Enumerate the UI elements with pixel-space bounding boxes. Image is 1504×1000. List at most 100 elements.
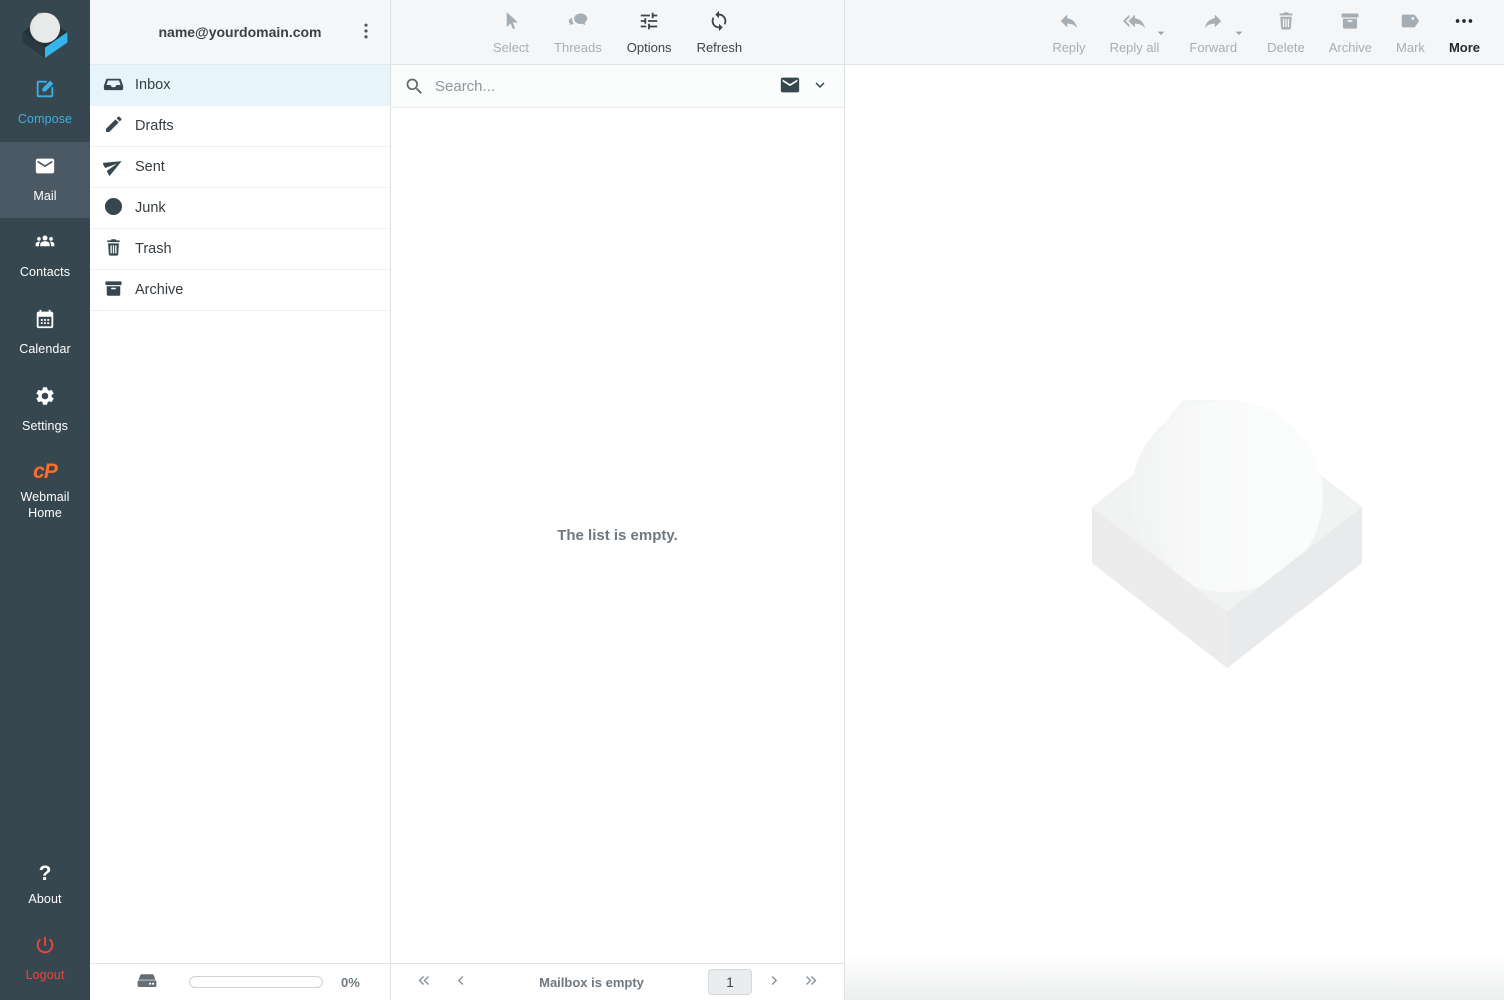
folder-item-drafts[interactable]: Drafts <box>90 106 390 147</box>
folder-label: Inbox <box>135 77 170 93</box>
sidebar-spacer <box>0 535 90 849</box>
sliders-icon <box>638 10 660 35</box>
contacts-icon <box>34 231 56 258</box>
sidebar-item-contacts[interactable]: Contacts <box>0 218 90 295</box>
sidebar-item-mail[interactable]: Mail <box>0 142 90 219</box>
chevron-right-icon <box>766 972 783 992</box>
button-label: Select <box>493 40 529 55</box>
first-page-button[interactable] <box>409 972 438 992</box>
button-label: Mark <box>1396 40 1425 55</box>
forward-arrow-icon <box>1202 10 1224 35</box>
storage-disk-icon <box>135 968 159 997</box>
reply-button[interactable]: Reply <box>1048 8 1089 57</box>
folder-list: Inbox Drafts Sent Junk <box>90 65 390 963</box>
button-label: Reply <box>1052 40 1085 55</box>
sidebar-item-logout[interactable]: Logout <box>0 921 90 1000</box>
button-label: Reply all <box>1110 40 1160 55</box>
sidebar-item-about[interactable]: ? About <box>0 850 90 922</box>
button-label: Delete <box>1267 40 1305 55</box>
folder-label: Drafts <box>135 118 174 134</box>
gear-icon <box>34 385 56 412</box>
chevron-left-icon <box>452 972 469 992</box>
search-options-dropdown[interactable] <box>811 76 829 97</box>
list-toolbar: Select Threads Options Refresh <box>391 0 844 65</box>
sidebar-item-settings[interactable]: Settings <box>0 372 90 449</box>
roundcube-logo[interactable] <box>0 0 90 65</box>
mark-button[interactable]: Mark <box>1392 8 1429 57</box>
roundcube-watermark-logo <box>1091 398 1363 668</box>
button-label: Forward <box>1189 40 1237 55</box>
pagination-bar: Mailbox is empty 1 <box>391 963 844 1000</box>
button-label: Options <box>627 40 672 55</box>
folder-item-junk[interactable]: Junk <box>90 188 390 229</box>
folder-pane: name@yourdomain.com Inbox Drafts <box>90 0 391 1000</box>
reply-all-arrow-icon <box>1123 10 1145 35</box>
button-label: Refresh <box>697 40 743 55</box>
chevron-down-icon <box>811 76 829 97</box>
quota-progress-bar <box>189 976 323 988</box>
sidebar-item-label: Settings <box>22 419 68 435</box>
roundcube-logo-icon <box>14 8 76 58</box>
reply-all-dropdown[interactable] <box>1153 25 1169 44</box>
help-icon: ? <box>39 863 52 885</box>
folder-label: Sent <box>135 159 165 175</box>
quota-percent: 0% <box>341 975 360 990</box>
page-number-input[interactable]: 1 <box>708 969 752 995</box>
next-page-button[interactable] <box>760 972 789 992</box>
folder-label: Trash <box>135 241 172 257</box>
power-icon <box>34 934 56 961</box>
more-button[interactable]: More <box>1445 8 1484 57</box>
forward-group: Forward <box>1185 8 1247 57</box>
mail-icon <box>34 155 56 182</box>
select-button[interactable]: Select <box>489 8 533 57</box>
folder-item-sent[interactable]: Sent <box>90 147 390 188</box>
sidebar-item-label: Webmail Home <box>10 490 80 521</box>
mailbox-status: Mailbox is empty <box>483 975 700 990</box>
trash-icon <box>1275 10 1297 35</box>
button-label: Threads <box>554 40 602 55</box>
sidebar-item-label: Contacts <box>20 265 70 281</box>
empty-list-message: The list is empty. <box>557 527 678 544</box>
reply-arrow-icon <box>1058 10 1080 35</box>
folder-item-archive[interactable]: Archive <box>90 270 390 311</box>
refresh-button[interactable]: Refresh <box>693 8 747 57</box>
delete-button[interactable]: Delete <box>1263 8 1309 57</box>
threads-button[interactable]: Threads <box>550 8 606 57</box>
archive-button[interactable]: Archive <box>1325 8 1376 57</box>
search-scope-button[interactable] <box>779 74 801 99</box>
search-input[interactable] <box>435 78 769 95</box>
flame-icon <box>103 196 124 221</box>
double-chevron-right-icon <box>803 972 820 992</box>
sidebar-item-label: Compose <box>18 112 72 128</box>
sidebar-item-label: Calendar <box>19 342 71 358</box>
sidebar-item-label: About <box>28 892 61 908</box>
button-label: More <box>1449 40 1480 55</box>
tag-icon <box>1399 10 1421 35</box>
caret-down-icon <box>1153 29 1169 44</box>
search-icon <box>404 76 425 97</box>
reply-all-group: Reply all <box>1106 8 1170 57</box>
account-header: name@yourdomain.com <box>90 0 390 65</box>
message-pane: Reply Reply all <box>845 0 1504 1000</box>
account-email: name@yourdomain.com <box>124 24 356 40</box>
caret-down-icon <box>1231 29 1247 44</box>
cursor-icon <box>500 10 522 35</box>
message-content-area <box>845 65 1504 1000</box>
sidebar-item-webmail-home[interactable]: cP Webmail Home <box>0 448 90 535</box>
folder-actions-menu-button[interactable] <box>352 18 380 46</box>
sidebar-item-label: Mail <box>33 189 56 205</box>
chat-bubbles-icon <box>567 10 589 35</box>
folder-label: Archive <box>135 282 183 298</box>
refresh-icon <box>708 10 730 35</box>
sidebar-item-calendar[interactable]: Calendar <box>0 295 90 372</box>
previous-page-button[interactable] <box>446 972 475 992</box>
options-button[interactable]: Options <box>623 8 676 57</box>
forward-dropdown[interactable] <box>1231 25 1247 44</box>
folder-item-trash[interactable]: Trash <box>90 229 390 270</box>
folder-item-inbox[interactable]: Inbox <box>90 65 390 106</box>
sidebar-item-label: Logout <box>26 968 65 984</box>
inbox-icon <box>103 73 124 98</box>
sidebar-item-compose[interactable]: Compose <box>0 65 90 142</box>
last-page-button[interactable] <box>797 972 826 992</box>
message-list-pane: Select Threads Options Refresh <box>391 0 845 1000</box>
